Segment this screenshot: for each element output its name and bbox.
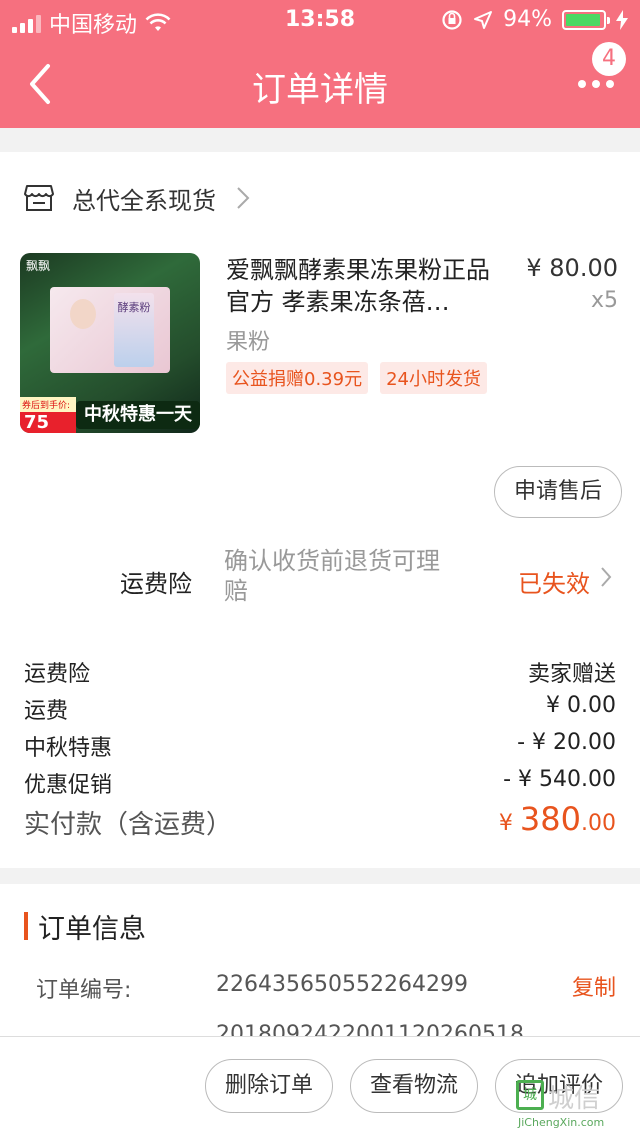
chevron-right-icon — [237, 187, 250, 209]
thumb-price-value: 75 — [24, 412, 50, 433]
insurance-title: 运费险 — [120, 570, 192, 598]
thumb-promo-banner: 中秋特惠一天 — [76, 401, 200, 429]
shop-row[interactable]: 总代全系现货 — [24, 178, 250, 218]
thumb-package: 酵素粉 — [114, 293, 154, 367]
insurance-status[interactable]: 已失效 — [518, 564, 590, 599]
section-accent-bar — [24, 912, 28, 940]
order-card: 总代全系现货 飘飘 酵素粉 券后到手价: 75 中秋特惠一天 爱飘飘酵素果冻果粉… — [0, 152, 640, 868]
copy-button[interactable]: 复制 — [572, 970, 616, 1002]
fee-row-shipping: 运费 ¥ 0.00 — [24, 693, 616, 725]
charging-icon — [616, 9, 628, 30]
fee-label: 运费 — [24, 699, 69, 724]
product-quantity: x5 — [590, 288, 618, 313]
order-info-title: 订单信息 — [38, 913, 146, 945]
chevron-right-icon[interactable] — [600, 566, 612, 588]
product-tags: 公益捐赠0.39元 24小时发货 — [226, 362, 487, 394]
fee-value: - ¥ 20.00 — [517, 730, 616, 755]
bottom-action-bar: 删除订单 查看物流 追加评价 城 城信 JiChengXin.com — [0, 1036, 640, 1136]
thumb-model — [70, 299, 96, 329]
after-sale-button[interactable]: 申请售后 — [494, 466, 622, 518]
product-spec: 果粉 — [226, 330, 271, 355]
watermark-box: 城 — [516, 1080, 544, 1110]
shipping-tag: 24小时发货 — [380, 362, 487, 394]
total-label: 实付款（含运费） — [24, 810, 233, 840]
status-bar: 中国移动 13:58 94% — [0, 0, 640, 40]
fee-row-insurance: 运费险 卖家赠送 — [24, 656, 616, 688]
thumb-price-tag: 券后到手价: 75 — [20, 397, 76, 433]
insurance-desc: 确认收货前退货可理赔 — [224, 547, 440, 605]
fee-label: 中秋特惠 — [24, 736, 113, 761]
fee-row-promotion: 优惠促销 - ¥ 540.00 — [24, 767, 616, 799]
order-number-label: 订单编号: — [36, 978, 132, 1003]
fee-value: ¥ 0.00 — [546, 693, 616, 718]
product-title[interactable]: 爱飘飘酵素果冻果粉正品官方 孝素果冻条蓓… — [226, 254, 504, 318]
shop-name: 总代全系现货 — [72, 186, 216, 215]
fee-row-festival-discount: 中秋特惠 - ¥ 20.00 — [24, 730, 616, 762]
more-menu-icon[interactable] — [578, 74, 618, 94]
charity-tag: 公益捐赠0.39元 — [226, 362, 369, 394]
watermark-url: JiChengXin.com — [518, 1116, 605, 1129]
thumb-price-caption: 券后到手价: — [20, 397, 76, 412]
product-thumbnail[interactable]: 飘飘 酵素粉 券后到手价: 75 中秋特惠一天 — [20, 253, 200, 433]
battery-percent: 94% — [503, 7, 552, 32]
page-title: 订单详情 — [252, 70, 388, 110]
total-amount: ¥ 380.00 — [498, 800, 616, 838]
fee-label: 优惠促销 — [24, 773, 113, 798]
product-price: ¥ 80.00 — [526, 254, 618, 282]
delete-order-button[interactable]: 删除订单 — [205, 1059, 333, 1113]
order-info-card: 订单信息 订单编号: 2264356505522642​99 复制 201809… — [0, 884, 640, 1036]
order-info-header: 订单信息 — [24, 910, 146, 945]
battery-icon — [562, 9, 610, 30]
thumb-logo: 飘飘 — [26, 259, 51, 273]
status-right: 94% — [441, 7, 628, 32]
watermark-logo: 城 城信 JiChengXin.com — [516, 1078, 634, 1132]
fee-value: - ¥ 540.00 — [503, 767, 616, 792]
store-icon — [24, 185, 54, 211]
order-number-value: 2264356505522642​99 — [216, 972, 468, 997]
rotation-lock-icon — [442, 9, 462, 30]
view-logistics-button[interactable]: 查看物流 — [350, 1059, 478, 1113]
nav-bar: 订单详情 4 — [0, 40, 640, 128]
fee-label: 运费险 — [24, 662, 91, 687]
total-paid-row: 实付款（含运费） ¥ 380.00 — [24, 800, 616, 841]
message-count-badge: 4 — [592, 42, 626, 76]
watermark-text: 城信 — [548, 1084, 601, 1114]
location-icon — [474, 10, 493, 29]
header: 中国移动 13:58 94% 订单详情 4 — [0, 0, 640, 128]
payment-number-partial: 2018092422001120260518 — [216, 1022, 524, 1036]
fee-value: 卖家赠送 — [527, 662, 616, 687]
